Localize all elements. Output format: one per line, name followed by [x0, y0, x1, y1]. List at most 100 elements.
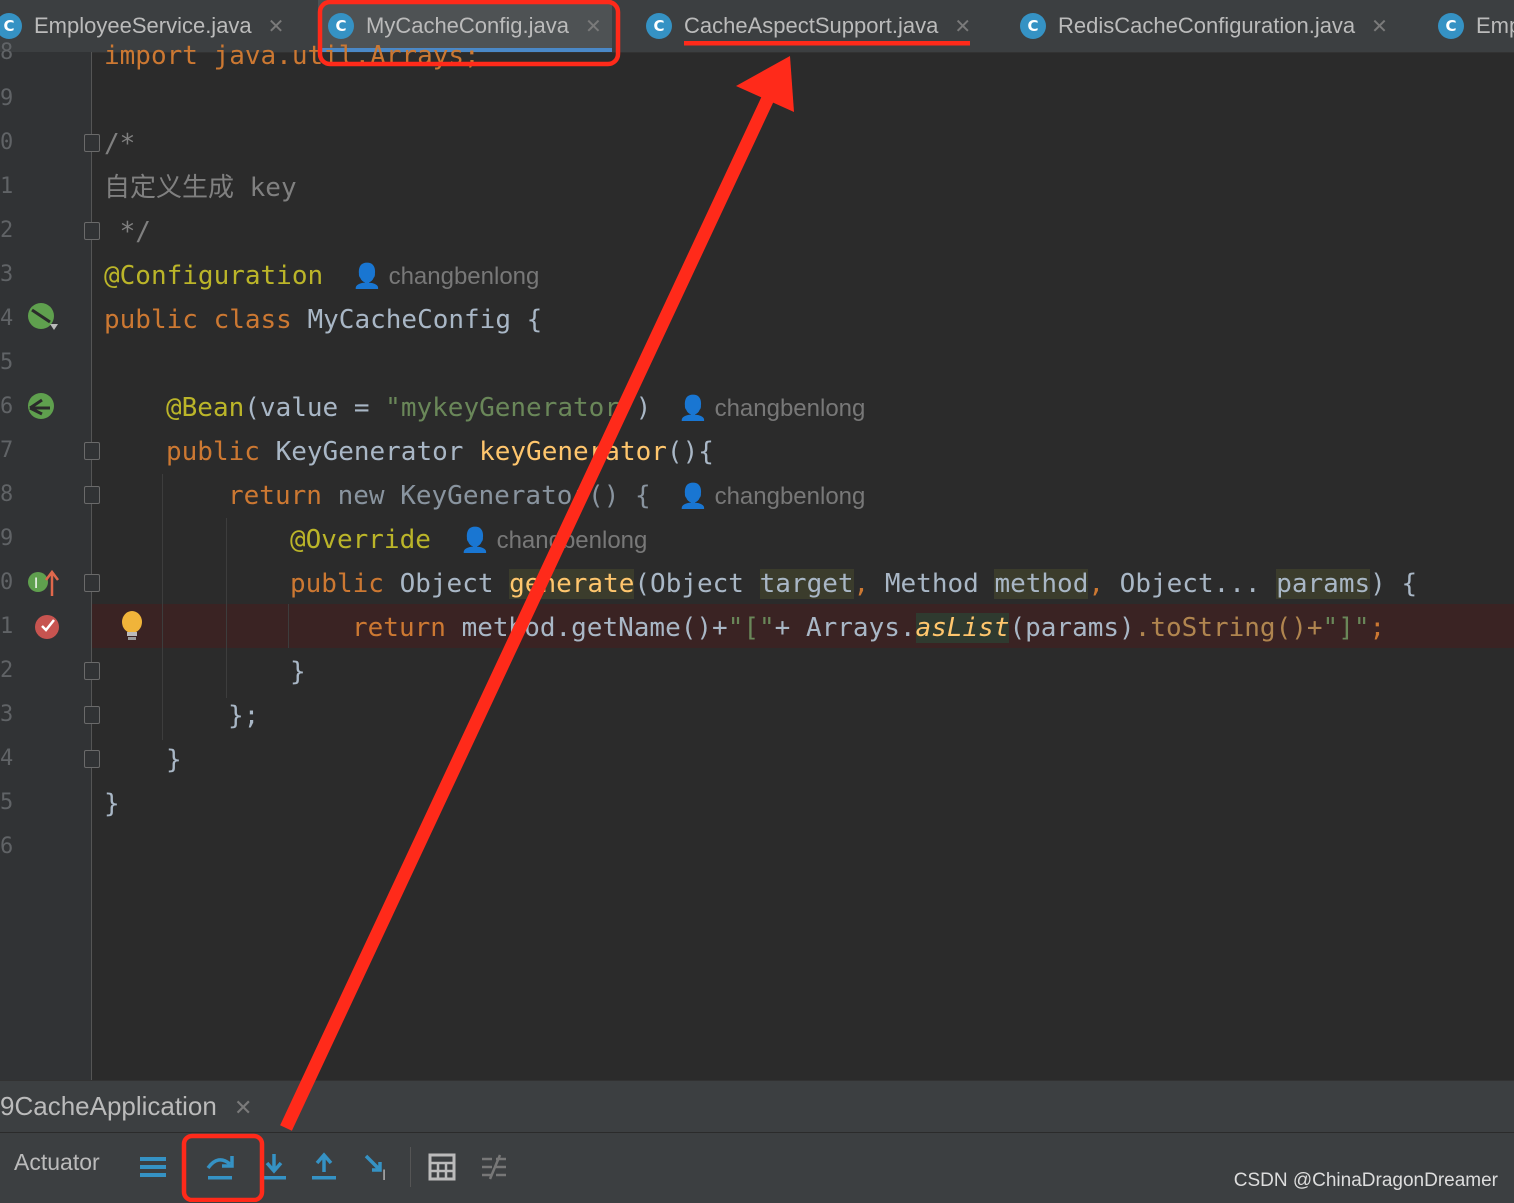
fold-marker[interactable] [84, 222, 100, 240]
code-token: , [853, 569, 885, 599]
breakpoint-icon[interactable] [34, 612, 64, 642]
keyword: return [228, 481, 338, 511]
tab-cacheaspectsupport[interactable]: C CacheAspectSupport.java ✕ [646, 0, 971, 52]
code-token: , [1088, 569, 1120, 599]
annotation: @Bean [166, 393, 245, 423]
indent-guide [226, 518, 227, 698]
tab-rediscacheconfiguration[interactable]: C RedisCacheConfiguration.java ✕ [1020, 0, 1388, 52]
tab-label: CacheAspectSupport.java [684, 13, 939, 38]
line-number: 4 [0, 306, 14, 331]
keyword: public class [104, 305, 292, 335]
run-tab-bar: 9CacheApplication ✕ [0, 1080, 1514, 1133]
code-line-close[interactable]: } [166, 738, 182, 782]
code-line-return-getname[interactable]: return method.getName()+"["+ Arrays.asLi… [352, 606, 1385, 650]
fold-marker[interactable] [84, 574, 100, 592]
code-token: KeyGenerator() { [400, 481, 651, 511]
author-name: changbenlong [714, 395, 866, 422]
trace-stream-icon[interactable] [474, 1147, 514, 1187]
author-inlay: 👤 changbenlong [678, 483, 866, 510]
tab-emp[interactable]: C Emp [1438, 0, 1514, 52]
code-line-close[interactable]: }; [228, 694, 259, 738]
method-name: asList [915, 613, 1010, 643]
code-line-comment-open[interactable]: /* [104, 122, 135, 166]
parameter: method [994, 569, 1089, 599]
code-line-comment-text[interactable]: 自定义生成 key [104, 166, 297, 210]
svg-text:I: I [34, 576, 38, 592]
fold-marker[interactable] [84, 706, 100, 724]
line-number: 1 [0, 614, 14, 639]
editor-gutter [0, 52, 92, 1080]
step-over-button[interactable] [200, 1147, 240, 1187]
fold-marker[interactable] [84, 134, 100, 152]
code-line-return-new[interactable]: return new KeyGenerator() { [228, 474, 651, 518]
string-literal: "mykeyGenerator" [385, 393, 636, 423]
code-token: ) [635, 393, 652, 423]
code-line-comment-close[interactable]: */ [104, 210, 151, 254]
keyword: return [352, 613, 462, 643]
spring-bean-navigate-icon[interactable] [26, 392, 60, 422]
string-literal: "[" [727, 613, 775, 643]
type-name: Object [399, 569, 510, 599]
line-number: 5 [0, 350, 14, 375]
code-line-override[interactable]: @Override [290, 518, 431, 562]
line-number: 8 [0, 40, 14, 65]
line-number: 4 [0, 746, 14, 771]
code-token: }; [228, 701, 260, 731]
code-token: Object... [1119, 569, 1277, 599]
author-name: changbenlong [496, 527, 648, 554]
author-name: changbenlong [388, 263, 540, 290]
keyword: public [166, 437, 276, 467]
line-number: 6 [0, 834, 14, 859]
code-token: ; [1369, 613, 1386, 643]
author-inlay: 👤 changbenlong [352, 263, 540, 290]
lightbulb-icon[interactable] [120, 610, 146, 644]
fold-marker[interactable] [84, 486, 100, 504]
line-number: 9 [0, 86, 14, 111]
tab-label: RedisCacheConfiguration.java [1058, 13, 1356, 38]
code-line-bean[interactable]: @Bean(value = "mykeyGenerator") [166, 386, 651, 430]
code-line-import[interactable]: import java.util.Arrays; [104, 34, 480, 78]
class-icon: C [0, 13, 22, 39]
line-number: 8 [0, 482, 14, 507]
method-name: keyGenerator [479, 437, 667, 467]
line-number: 2 [0, 658, 14, 683]
svg-text:I: I [382, 1168, 386, 1182]
step-into-button[interactable] [254, 1147, 294, 1187]
step-out-button[interactable] [304, 1147, 344, 1187]
code-line-close[interactable]: } [290, 650, 306, 694]
code-token: ) { [1370, 569, 1418, 599]
evaluate-expression-icon[interactable] [422, 1147, 462, 1187]
implements-method-icon[interactable]: I [26, 568, 60, 598]
spring-bean-icon[interactable] [26, 302, 60, 332]
line-number: 3 [0, 262, 14, 287]
fold-marker[interactable] [84, 442, 100, 460]
code-token: Method [884, 569, 995, 599]
line-number: 0 [0, 570, 14, 595]
gutter-separator [91, 52, 92, 1080]
run-to-cursor-button[interactable]: I [358, 1147, 398, 1187]
close-icon[interactable]: ✕ [1371, 14, 1388, 39]
keyword: public [290, 569, 400, 599]
line-number: 7 [0, 438, 14, 463]
arrow-head [736, 56, 794, 112]
code-line-configuration[interactable]: @Configuration [104, 254, 323, 298]
code-line-close[interactable]: } [104, 782, 120, 826]
tab-label: Emp [1476, 13, 1514, 38]
fold-marker[interactable] [84, 750, 100, 768]
actuator-tab[interactable]: Actuator [14, 1149, 100, 1176]
close-icon[interactable]: ✕ [234, 1095, 252, 1120]
code-line-generate[interactable]: public Object generate(Object target, Me… [290, 562, 1417, 606]
code-line-class-decl[interactable]: public class MyCacheConfig { [104, 298, 542, 342]
run-config-tab[interactable]: 9CacheApplication ✕ [0, 1091, 252, 1122]
fold-marker[interactable] [84, 662, 100, 680]
code-token: method.getName()+ [461, 613, 728, 643]
close-icon[interactable]: ✕ [954, 14, 971, 39]
line-number: 3 [0, 702, 14, 727]
code-line-keygenerator-method[interactable]: public KeyGenerator keyGenerator(){ [166, 430, 714, 474]
menu-icon[interactable] [134, 1147, 174, 1187]
import-statement: import java.util.Arrays; [104, 41, 480, 71]
code-token: (params) [1009, 613, 1135, 643]
close-icon[interactable]: ✕ [585, 14, 602, 39]
author-inlay: 👤 changbenlong [460, 527, 648, 554]
code-token: (Object [634, 569, 760, 599]
